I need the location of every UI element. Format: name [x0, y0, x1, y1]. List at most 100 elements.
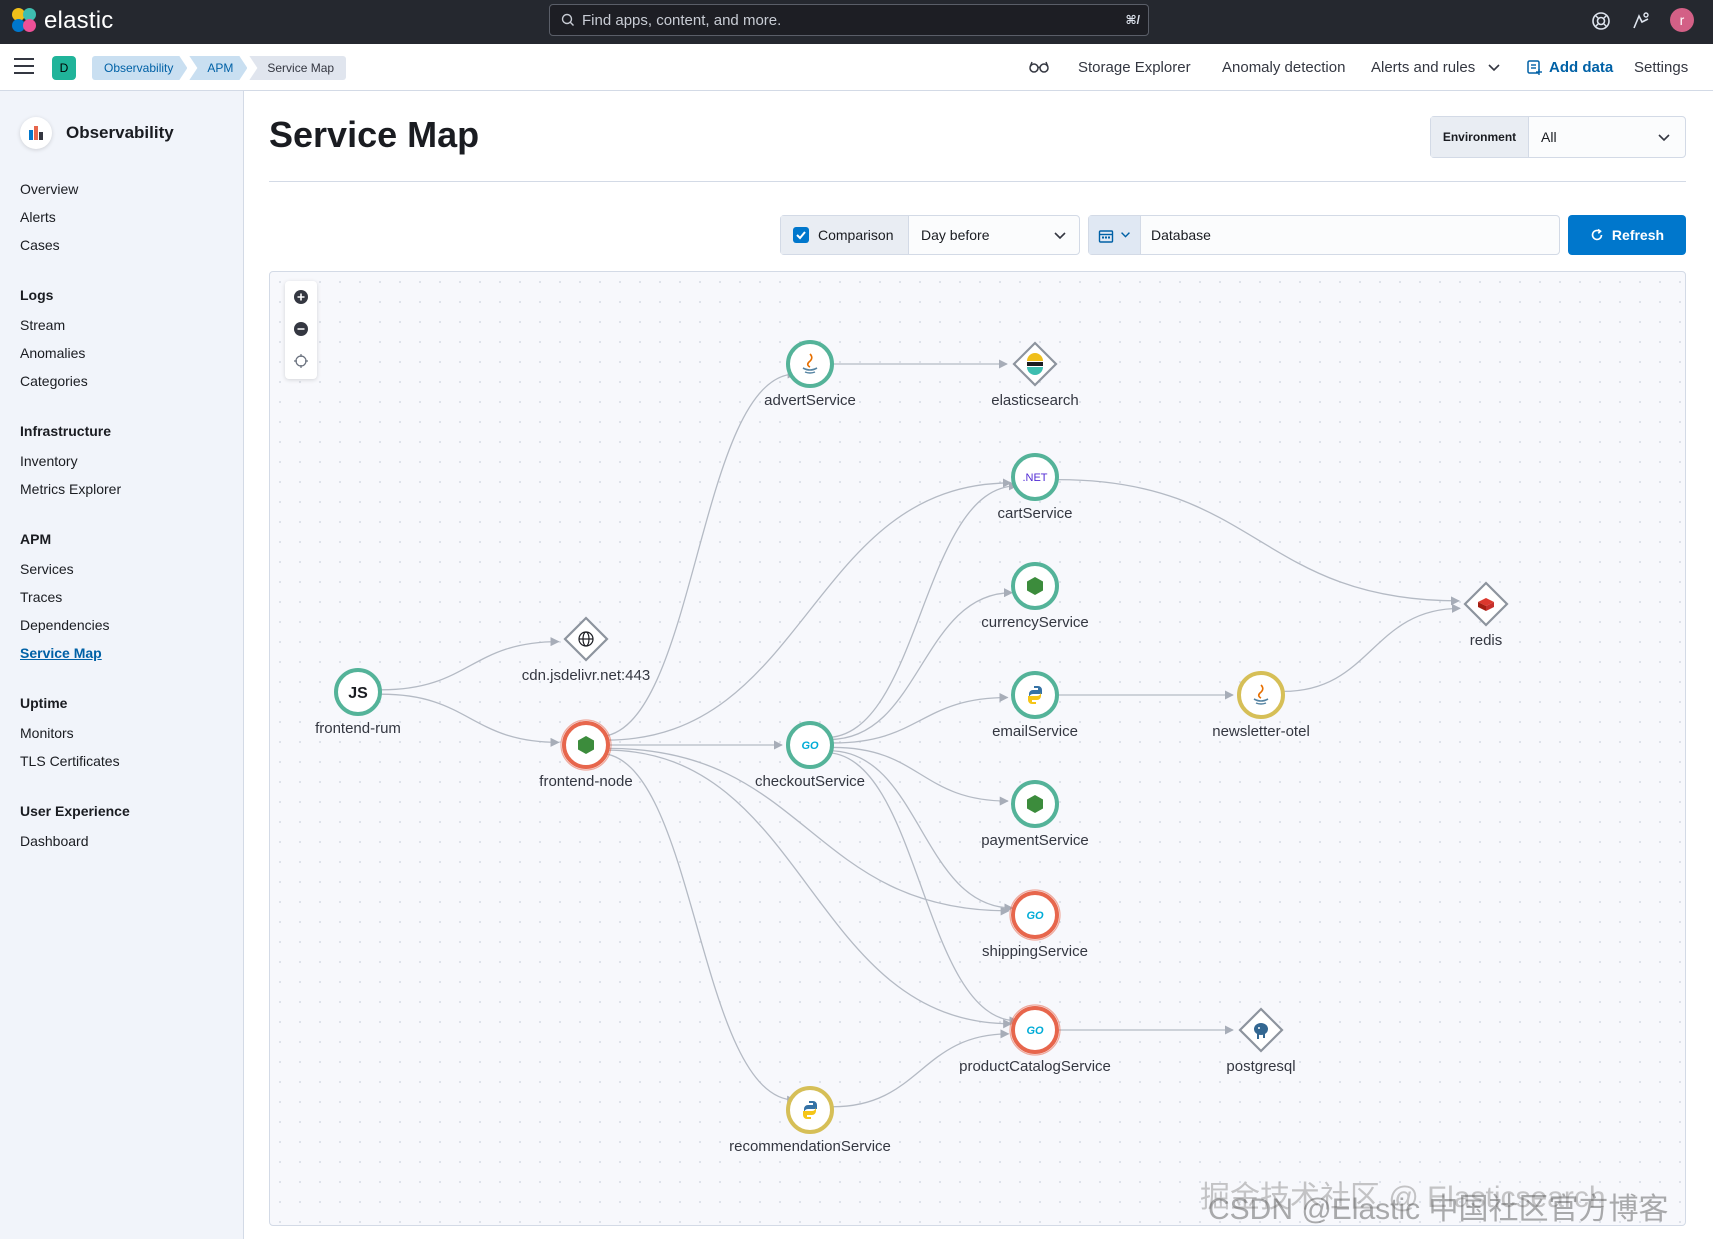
map-node-label[interactable]: checkoutService [755, 773, 865, 790]
sidebar-item-overview[interactable]: Overview [20, 181, 78, 197]
sidebar-item-services[interactable]: Services [20, 561, 74, 577]
chevron-down-icon [1488, 64, 1500, 72]
service-map-graph: JS .NET GO GO GO [334, 340, 1509, 1134]
edge-frontend-node-to-productCatalogService[interactable] [606, 749, 1013, 1029]
refresh-button[interactable]: Refresh [1568, 215, 1686, 255]
chevron-down-icon [1121, 232, 1130, 238]
help-icon[interactable] [1590, 10, 1612, 32]
map-node-advertService[interactable] [786, 340, 834, 388]
elastic-logo-icon [12, 8, 38, 34]
edge-newsletter-otel-to-redis[interactable] [1283, 603, 1461, 693]
space-selector[interactable]: D [52, 56, 76, 80]
node-health-ring [1011, 671, 1059, 719]
map-node-label[interactable]: recommendationService [729, 1138, 891, 1155]
user-avatar[interactable]: r [1670, 8, 1694, 32]
map-node-frontend-node[interactable] [560, 719, 612, 771]
edge-cartService-to-redis[interactable] [1058, 478, 1460, 606]
elasticsearch-icon [1027, 353, 1043, 375]
sidebar-section-logs: Logs [20, 287, 54, 303]
environment-label: Environment [1431, 117, 1529, 157]
map-node-label[interactable]: cdn.jsdelivr.net:443 [522, 667, 650, 684]
sidebar-section-uptime: Uptime [20, 695, 68, 711]
breadcrumb-apm[interactable]: APM [189, 56, 247, 80]
map-node-emailService[interactable] [1011, 671, 1059, 719]
map-node-newsletter-otel[interactable] [1237, 671, 1285, 719]
sidebar-item-dependencies[interactable]: Dependencies [20, 617, 110, 633]
node-health-ring [786, 1086, 834, 1134]
edge-checkoutService-to-cartService[interactable] [825, 481, 1018, 739]
sidebar-item-categories[interactable]: Categories [20, 373, 88, 389]
elastic-logo[interactable]: elastic [12, 7, 113, 35]
edge-frontend-node-to-cartService[interactable] [606, 478, 1012, 741]
sidebar-item-alerts[interactable]: Alerts [20, 209, 56, 225]
map-node-label[interactable]: redis [1470, 632, 1503, 649]
breadcrumb: Observability APM Service Map [92, 56, 348, 80]
map-node-redis[interactable] [1463, 581, 1509, 627]
global-search[interactable]: ⌘/ [549, 4, 1149, 36]
breadcrumb-observability[interactable]: Observability [92, 56, 187, 80]
sidebar-header: Observability [20, 117, 174, 149]
inspect-icon[interactable] [1027, 56, 1051, 78]
map-node-label[interactable]: postgresql [1226, 1058, 1295, 1075]
sidebar-item-traces[interactable]: Traces [20, 589, 62, 605]
map-node-frontend-rum[interactable]: JS [334, 668, 382, 716]
map-node-label[interactable]: frontend-node [539, 773, 632, 790]
edge-checkoutService-to-emailService[interactable] [833, 692, 1009, 744]
map-node-label[interactable]: emailService [992, 723, 1078, 740]
edge-frontend-node-to-recommendationService[interactable] [598, 752, 797, 1105]
sidebar-item-cases[interactable]: Cases [20, 237, 60, 253]
map-node-label[interactable]: elasticsearch [991, 392, 1079, 409]
map-node-cdn[interactable] [563, 616, 609, 662]
search-shortcut: ⌘/ [1125, 13, 1140, 27]
map-node-cartService[interactable]: .NET [1011, 453, 1059, 501]
sidebar-item-service-map[interactable]: Service Map [20, 645, 102, 661]
edge-checkoutService-to-productCatalogService[interactable] [824, 751, 1019, 1026]
sidebar-item-anomalies[interactable]: Anomalies [20, 345, 85, 361]
map-node-currencyService[interactable] [1011, 562, 1059, 610]
sidebar-item-stream[interactable]: Stream [20, 317, 65, 333]
map-node-productCatalogService[interactable]: GO [1009, 1004, 1061, 1056]
map-node-label[interactable]: paymentService [981, 832, 1089, 849]
menu-toggle-button[interactable] [14, 58, 34, 76]
alerts-and-rules-menu[interactable]: Alerts and rules [1371, 59, 1475, 76]
sidebar-item-monitors[interactable]: Monitors [20, 725, 74, 741]
map-node-recommendationService[interactable] [786, 1086, 834, 1134]
date-quick-select-button[interactable] [1089, 216, 1141, 254]
map-node-label[interactable]: productCatalogService [959, 1058, 1111, 1075]
sidebar-section-infrastructure: Infrastructure [20, 423, 112, 439]
edge-frontend-rum-to-frontend-node[interactable] [381, 693, 560, 747]
add-data-button[interactable]: Add data [1549, 59, 1613, 76]
map-node-label[interactable]: currencyService [981, 614, 1089, 631]
calendar-icon [1098, 230, 1114, 243]
map-node-checkoutService[interactable]: GO [786, 721, 834, 769]
query-input[interactable]: Database [1151, 227, 1211, 243]
map-node-shippingService[interactable]: GO [1009, 889, 1061, 941]
map-node-paymentService[interactable] [1011, 780, 1059, 828]
sidebar-item-dashboard[interactable]: Dashboard [20, 833, 89, 849]
map-node-postgresql[interactable] [1238, 1007, 1284, 1053]
check-icon [796, 231, 806, 240]
sidebar-item-metrics-explorer[interactable]: Metrics Explorer [20, 481, 121, 497]
sidebar-item-inventory[interactable]: Inventory [20, 453, 78, 469]
settings-link[interactable]: Settings [1634, 59, 1688, 76]
storage-explorer-link[interactable]: Storage Explorer [1078, 59, 1191, 76]
map-node-label[interactable]: frontend-rum [315, 720, 401, 737]
sidebar-item-tls-certificates[interactable]: TLS Certificates [20, 753, 120, 769]
map-node-elasticsearch[interactable] [1012, 341, 1058, 387]
map-node-label[interactable]: advertService [764, 392, 856, 409]
page-title: Service Map [269, 114, 480, 155]
comparison-period-select[interactable]: Day before [921, 227, 989, 243]
comparison-toggle[interactable]: Comparison [781, 216, 909, 254]
chevron-down-icon [1658, 134, 1670, 142]
service-map-canvas[interactable]: JS .NET GO GO GO frontend-rum cdn.jsdelivr.ne… [269, 271, 1686, 1226]
map-node-label[interactable]: newsletter-otel [1212, 723, 1310, 740]
comparison-checkbox[interactable] [793, 227, 809, 243]
anomaly-detection-link[interactable]: Anomaly detection [1222, 59, 1345, 76]
global-search-input[interactable] [582, 5, 1102, 35]
golang-icon: GO [1026, 1025, 1044, 1037]
newsfeed-icon[interactable] [1630, 10, 1652, 32]
environment-select[interactable]: Environment All [1430, 116, 1686, 158]
map-node-label[interactable]: cartService [997, 505, 1072, 522]
map-node-label[interactable]: shippingService [982, 943, 1088, 960]
app-subheader: D Observability APM Service Map Storage … [0, 44, 1713, 91]
